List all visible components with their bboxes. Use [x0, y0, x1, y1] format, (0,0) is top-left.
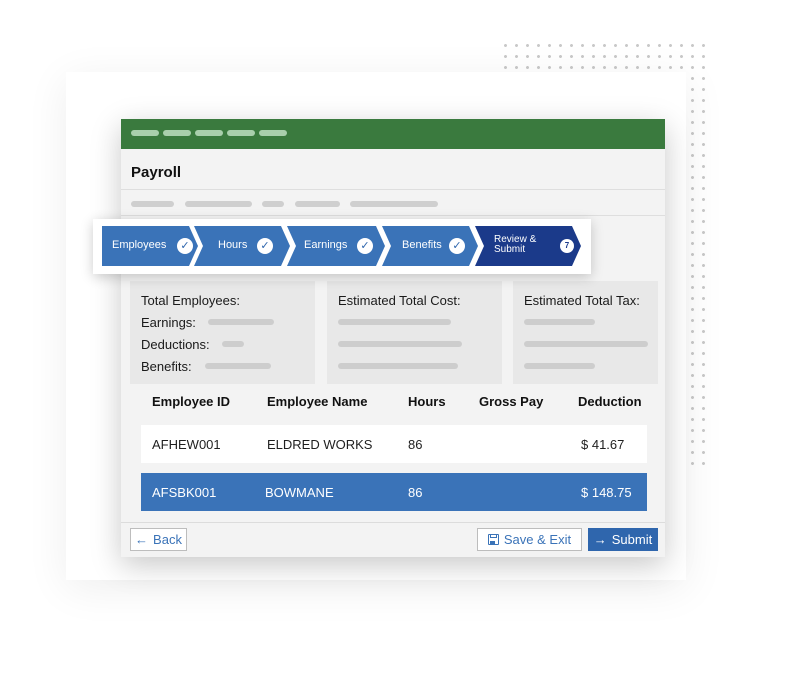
earnings-label: Earnings:	[141, 315, 196, 330]
table-row-selected[interactable]: AFSBK001 BOWMANE 86 $ 148.75	[141, 473, 647, 511]
column-header-employee-name[interactable]: Employee Name	[267, 394, 367, 409]
deduction-cell: $ 41.67	[581, 437, 625, 452]
summary-card-employees: Total Employees: Earnings: Deductions: B…	[130, 281, 315, 384]
titlebar-placeholder	[227, 130, 255, 136]
step-review-submit[interactable]: Review & Submit 7	[475, 226, 581, 266]
step-label: Hours	[218, 239, 248, 251]
nav-placeholder[interactable]	[262, 201, 284, 207]
cost-placeholder	[338, 341, 462, 347]
nav-divider	[121, 215, 665, 216]
summary-card-cost: Estimated Total Cost:	[327, 281, 502, 384]
column-header-employee-id[interactable]: Employee ID	[152, 394, 230, 409]
summary-title: Estimated Total Cost:	[338, 293, 461, 308]
deductions-value-placeholder	[222, 341, 244, 347]
tax-placeholder	[524, 341, 648, 347]
check-icon: ✓	[257, 238, 273, 254]
tax-placeholder	[524, 319, 595, 325]
step-employees[interactable]: Employees ✓	[102, 226, 198, 266]
cost-placeholder	[338, 363, 458, 369]
employee-id-cell: AFSBK001	[152, 485, 217, 500]
arrow-left-icon: ←	[135, 532, 149, 547]
employee-name-cell: BOWMANE	[265, 485, 334, 500]
step-hours[interactable]: Hours ✓	[194, 226, 290, 266]
benefits-value-placeholder	[205, 363, 271, 369]
check-icon: ✓	[449, 238, 465, 254]
deduction-cell: $ 148.75	[581, 485, 632, 500]
step-label: Review & Submit	[494, 234, 537, 255]
hours-cell: 86	[408, 437, 423, 452]
titlebar-placeholder	[131, 130, 159, 136]
nav-placeholder[interactable]	[185, 201, 252, 207]
benefits-label: Benefits:	[141, 359, 192, 374]
floppy-disk-icon	[487, 534, 499, 545]
step-earnings[interactable]: Earnings ✓	[287, 226, 385, 266]
table-row[interactable]: AFHEW001 ELDRED WORKS 86 $ 41.67	[141, 425, 647, 463]
deductions-label: Deductions:	[141, 337, 210, 352]
header-divider	[121, 189, 665, 190]
summary-card-tax: Estimated Total Tax:	[513, 281, 658, 384]
back-button-label: Back	[153, 532, 182, 547]
nav-placeholder[interactable]	[131, 201, 174, 207]
tax-placeholder	[524, 363, 595, 369]
check-icon: ✓	[357, 238, 373, 254]
employee-id-cell: AFHEW001	[152, 437, 221, 452]
footer-divider	[121, 522, 665, 523]
step-label: Benefits	[402, 239, 442, 251]
cost-placeholder	[338, 319, 451, 325]
column-header-gross-pay[interactable]: Gross Pay	[479, 394, 543, 409]
earnings-value-placeholder	[208, 319, 274, 325]
submit-button[interactable]: → Submit	[588, 528, 658, 551]
check-icon: ✓	[177, 238, 193, 254]
page-title: Payroll	[131, 164, 182, 181]
arrow-right-icon: →	[593, 532, 607, 547]
back-button[interactable]: ← Back	[130, 528, 187, 551]
payroll-window: Payroll Total Employees: Earnings: Deduc…	[121, 119, 665, 557]
column-header-deduction[interactable]: Deduction	[578, 394, 642, 409]
employee-name-cell: ELDRED WORKS	[267, 437, 373, 452]
submit-button-label: Submit	[611, 532, 653, 547]
step-benefits[interactable]: Benefits ✓	[382, 226, 478, 266]
titlebar-placeholder	[163, 130, 191, 136]
summary-title: Estimated Total Tax:	[524, 293, 640, 308]
step-count-badge: 7	[560, 239, 574, 253]
step-label: Earnings	[304, 239, 348, 251]
hours-cell: 86	[408, 485, 423, 500]
nav-placeholder[interactable]	[295, 201, 340, 207]
step-label: Employees	[112, 239, 167, 251]
titlebar-placeholder	[259, 130, 287, 136]
titlebar-placeholder	[195, 130, 223, 136]
progress-stepper: Employees ✓ Hours ✓ Earnings ✓ Benefits …	[93, 219, 591, 274]
save-exit-button-label: Save & Exit	[503, 532, 572, 547]
window-titlebar	[121, 119, 665, 149]
nav-placeholder[interactable]	[350, 201, 438, 207]
summary-title: Total Employees:	[141, 293, 240, 308]
column-header-hours[interactable]: Hours	[408, 394, 446, 409]
save-exit-button[interactable]: Save & Exit	[477, 528, 582, 551]
